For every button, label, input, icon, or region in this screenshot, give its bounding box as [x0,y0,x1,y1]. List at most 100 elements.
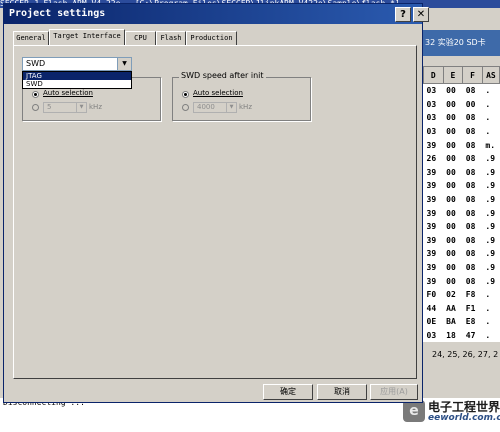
watermark-site: eeworld.com.cn [428,413,500,423]
grid-cell: 00 [446,208,456,218]
grid-cell: 39 [426,195,437,205]
grid-cell: F1 [465,303,476,313]
grid-cell: 00 [446,154,456,164]
init-speed-unit: kHz [89,103,102,111]
grid-cell: 00 [446,195,456,205]
init-auto-radio[interactable] [32,91,39,98]
grid-cell: 08 [465,263,476,273]
tab-cpu[interactable]: CPU [125,31,156,45]
grid-cell: 00 [446,249,456,259]
grid-cell: F0 [426,290,437,300]
option-swd[interactable]: SWD [23,80,131,88]
grid-cell: 00 [446,263,456,273]
grid-cell: 08 [465,195,476,205]
grid-row: 26 00 08 .9 [424,152,500,166]
grid-cell: . [485,290,491,300]
cancel-button[interactable]: 取消 [317,384,367,400]
grid-cell: 39 [426,167,437,177]
grid-cell: 00 [465,99,476,109]
chevron-down-icon[interactable]: ▼ [226,103,236,112]
interface-select-value: SWD [26,59,46,68]
init-manual-radio[interactable] [32,104,39,111]
after-init-group-label: SWD speed after init [179,71,266,80]
grid-cell: 08 [465,86,476,96]
grid-cell: 39 [426,140,437,150]
grid-cell: 08 [465,181,476,191]
grid-cell: 08 [465,140,476,150]
grid-cell: .9 [485,263,496,273]
background-project-banner: 32 实验20 SD卡 [423,30,500,56]
grid-cell: F8 [465,290,476,300]
grid-cell: .9 [485,167,496,177]
grid-row: F0 02 F8. [424,288,500,302]
dialog-title: Project settings [4,4,422,24]
grid-cell: 26 [426,154,437,164]
grid-cell: 00 [446,222,456,232]
grid-cell: .9 [485,208,496,218]
chevron-down-icon[interactable]: ▼ [117,58,131,70]
background-memory-grid: D E F AS 03 00 08. 03 00 00. 03 00 08. 03 00 08. 39 00 08… [423,66,500,354]
project-settings-dialog: Project settings ? ✕ General Target Inte… [3,3,429,403]
grid-cell: .9 [485,249,496,259]
chevron-down-icon[interactable]: ▼ [76,103,86,112]
tab-target-interface[interactable]: Target Interface [49,29,125,45]
grid-cell: 03 [426,127,437,137]
grid-cell: .9 [485,195,496,205]
grid-cell: AA [446,303,456,313]
after-init-auto-radio[interactable] [182,91,189,98]
grid-row: 03 00 00. [424,98,500,112]
init-auto-label: Auto selection [43,89,93,97]
grid-row: 39 00 08 .9 [424,220,500,234]
grid-cell: 00 [446,127,456,137]
interface-select[interactable]: SWD ▼ [22,57,132,71]
grid-row: 39 00 08 .9 [424,193,500,207]
option-jtag[interactable]: JTAG [23,72,131,80]
grid-cell: 08 [465,222,476,232]
tab-flash[interactable]: Flash [156,31,186,45]
grid-cell: .9 [485,222,496,232]
after-init-auto-label: Auto selection [193,89,243,97]
grid-cell: 03 [426,86,437,96]
after-init-manual-radio[interactable] [182,104,189,111]
grid-cell: . [485,86,491,96]
grid-cell: 08 [465,276,476,286]
grid-cell: 03 [426,113,437,123]
grid-cell: . [485,99,491,109]
grid-cell: . [485,317,491,327]
grid-column-header: AS [481,66,500,84]
grid-cell: 08 [465,208,476,218]
grid-cell: 00 [446,140,456,150]
grid-row: 03 00 08. [424,125,500,139]
grid-row: 39 00 08 .9 [424,179,500,193]
grid-row: 39 00 08 m. [424,138,500,152]
interface-dropdown-list: JTAG SWD [22,71,132,89]
ok-button[interactable]: 确定 [263,384,313,400]
grid-row: 39 00 08 .9 [424,274,500,288]
grid-cell: .9 [485,235,496,245]
grid-cell: 0E [426,317,437,327]
tab-production[interactable]: Production [186,31,237,45]
after-init-speed-unit: kHz [239,103,252,111]
grid-cell: . [485,330,491,340]
after-init-speed-input[interactable]: 4000 ▼ [193,102,237,113]
grid-cell: 08 [465,167,476,177]
close-button[interactable]: ✕ [413,7,429,22]
grid-cell: 00 [446,167,456,177]
grid-row: 44 AA F1. [424,302,500,316]
grid-column-header: D [423,66,444,84]
help-button[interactable]: ? [395,7,411,22]
grid-cell: . [485,127,491,137]
grid-cell: 08 [465,127,476,137]
grid-cell: 08 [465,154,476,164]
grid-cell: 02 [446,290,456,300]
apply-button[interactable]: 应用(A) [370,384,418,400]
grid-cell: 00 [446,86,456,96]
grid-cell: 39 [426,263,437,273]
after-init-speed-group: SWD speed after init Auto selection 4000… [172,71,311,121]
tab-general[interactable]: General [13,31,49,45]
grid-cell: 39 [426,276,437,286]
grid-cell: 03 [426,330,437,340]
grid-row: 0E BA E8. [424,315,500,329]
grid-column-header: E [442,66,464,84]
init-speed-input[interactable]: 5 ▼ [43,102,87,113]
